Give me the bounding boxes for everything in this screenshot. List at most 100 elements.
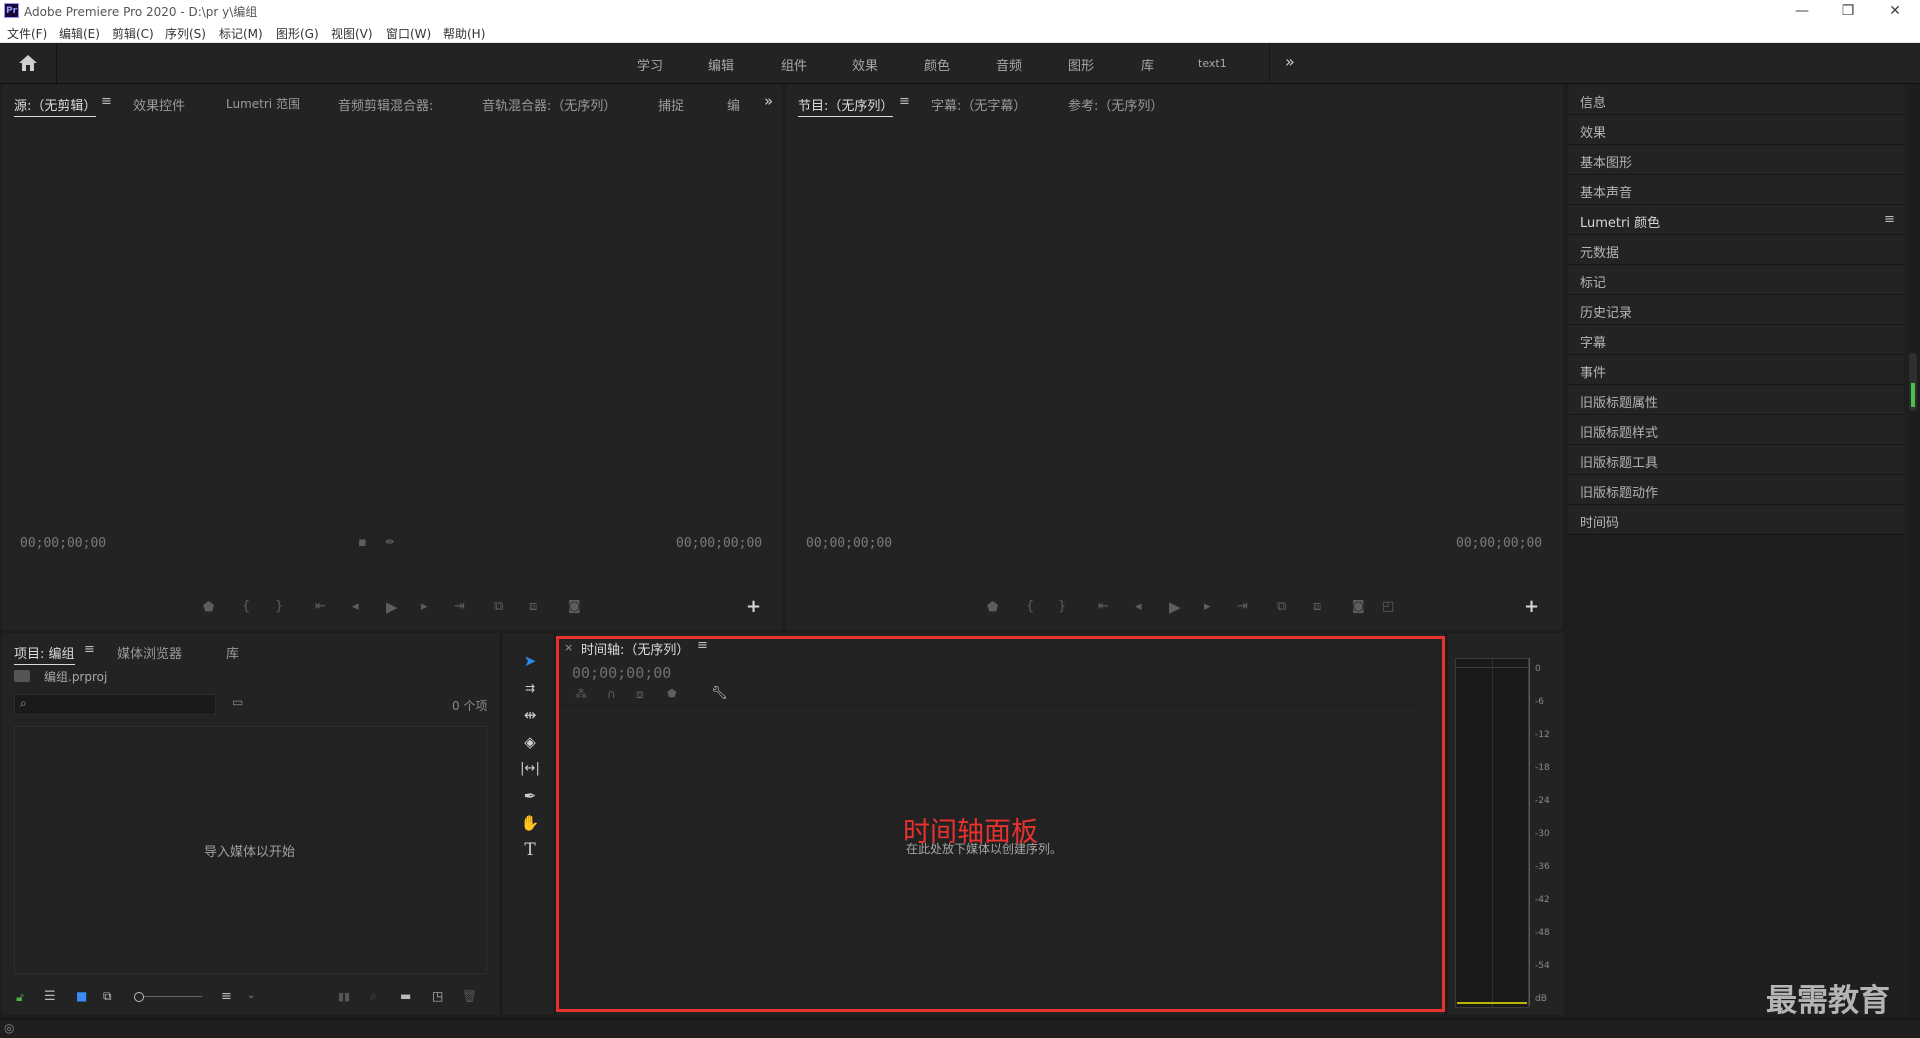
export-frame-icon[interactable]: ◙ [568,599,581,614]
menu-sequence[interactable]: 序列(S) [165,25,206,42]
tab-captions[interactable]: 字幕:（无字幕） [931,95,1026,114]
project-drop-area[interactable]: 导入媒体以开始 [14,726,487,974]
panel-markers[interactable]: 标记 [1568,265,1904,295]
panel-metadata[interactable]: 元数据 [1568,235,1904,265]
export-frame-icon[interactable]: ◙ [1352,599,1365,614]
tab-program[interactable]: 节目:（无序列） [798,95,894,117]
overwrite-icon[interactable]: ⧈ [529,599,537,614]
mark-in-icon[interactable]: { [1026,599,1034,614]
menu-edit[interactable]: 编辑(E) [59,25,100,42]
trash-icon[interactable]: 🗑︎ [462,989,477,1003]
workspace-assembly[interactable]: 组件 [781,55,807,74]
button-editor-plus-icon[interactable]: + [1524,596,1539,617]
workspace-libraries[interactable]: 库 [1141,55,1154,74]
tab-source[interactable]: 源:（无剪辑） [14,95,97,117]
new-bin-icon[interactable]: ▬ [400,989,411,1003]
freeform-view-icon[interactable]: ⧉ [103,989,112,1004]
mark-in-icon[interactable]: { [242,599,250,614]
lock-icon[interactable]: 🔓︎ [16,990,24,1005]
menu-help[interactable]: 帮助(H) [443,25,485,42]
restore-button[interactable]: ❐ [1825,0,1871,22]
program-playhead-timecode[interactable]: 00;00;00;00 [806,536,892,551]
panel-menu-icon[interactable]: ≡ [1884,212,1895,227]
sort-icon[interactable]: ≡ [221,989,232,1004]
chevron-down-icon[interactable]: ⌄ [247,990,255,1001]
slip-tool-icon[interactable]: |↔| [519,758,541,780]
workspace-color[interactable]: 颜色 [924,55,950,74]
tab-project[interactable]: 项目: 编组 [14,643,75,665]
add-marker-icon[interactable]: ⬟ [987,600,998,615]
mark-out-icon[interactable]: } [275,599,283,614]
menu-view[interactable]: 视图(V) [331,25,373,42]
new-bin-from-search-icon[interactable]: ▭ [232,695,243,709]
step-forward-icon[interactable]: ▸ [1204,599,1211,614]
panel-menu-icon[interactable]: ≡ [84,642,95,657]
panel-menu-icon[interactable]: ≡ [899,94,910,109]
selection-tool-icon[interactable]: ➤ [519,650,541,672]
play-icon[interactable]: ▶ [1169,598,1181,616]
workspace-text1[interactable]: text1 [1198,57,1227,70]
mark-out-icon[interactable]: } [1058,599,1066,614]
list-view-icon[interactable]: ☰ [44,989,56,1004]
new-item-icon[interactable]: ◳ [432,989,443,1003]
go-to-in-icon[interactable]: ⇤ [1098,599,1109,614]
panel-essential-sound[interactable]: 基本声音 [1568,175,1904,205]
panel-legacy-title-styles[interactable]: 旧版标题样式 [1568,415,1904,445]
tab-effect-controls[interactable]: 效果控件 [133,95,185,114]
workspaces-overflow-button[interactable]: » [1285,52,1295,71]
tab-reference[interactable]: 参考:（无序列） [1068,95,1163,114]
tab-capture[interactable]: 捕捉 [658,95,684,114]
minimize-button[interactable]: — [1779,0,1825,22]
play-icon[interactable]: ▶ [386,598,398,616]
add-marker-icon[interactable]: ⬟ [203,600,214,615]
ripple-edit-tool-icon[interactable]: ⇹ [519,704,541,726]
workspace-audio[interactable]: 音频 [996,55,1022,74]
panel-events[interactable]: 事件 [1568,355,1904,385]
button-editor-plus-icon[interactable]: + [746,596,761,617]
workspace-learn[interactable]: 学习 [637,55,663,74]
tab-edit-truncated[interactable]: 编 [727,95,740,114]
comparison-view-icon[interactable]: ◰ [1382,599,1394,614]
step-back-icon[interactable]: ◂ [352,599,359,614]
lift-icon[interactable]: ⧉ [1277,599,1286,614]
panel-legacy-title-actions[interactable]: 旧版标题动作 [1568,475,1904,505]
insert-icon[interactable]: ⧉ [494,599,503,614]
hand-tool-icon[interactable]: ✋ [519,812,541,834]
extract-icon[interactable]: ⧈ [1313,599,1321,614]
tabs-overflow-button[interactable]: » [764,92,773,110]
tab-media-browser[interactable]: 媒体浏览器 [117,643,182,662]
panel-captions[interactable]: 字幕 [1568,325,1904,355]
menu-graphics[interactable]: 图形(G) [276,25,319,42]
go-to-out-icon[interactable]: ⇥ [1237,599,1248,614]
close-button[interactable]: ✕ [1872,0,1918,22]
menu-marker[interactable]: 标记(M) [219,25,263,42]
panel-essential-graphics[interactable]: 基本图形 [1568,145,1904,175]
find-icon[interactable]: ⌕ [370,989,377,1004]
panel-history[interactable]: 历史记录 [1568,295,1904,325]
panel-timecode[interactable]: 时间码 [1568,505,1904,535]
tab-lumetri-scopes[interactable]: Lumetri 范围 [226,95,300,112]
step-forward-icon[interactable]: ▸ [421,599,428,614]
fit-icon[interactable]: ▪ [358,535,367,550]
panel-effects[interactable]: 效果 [1568,115,1904,145]
scrollbar[interactable] [1909,353,1917,411]
track-select-tool-icon[interactable]: ⇉ [519,677,541,699]
tab-libraries[interactable]: 库 [226,643,239,662]
go-to-out-icon[interactable]: ⇥ [454,599,465,614]
panel-menu-icon[interactable]: ≡ [101,94,112,109]
zoom-slider-handle[interactable] [134,992,144,1002]
menu-file[interactable]: 文件(F) [7,25,47,42]
home-icon[interactable] [18,54,38,72]
tab-audio-track-mixer[interactable]: 音轨混合器:（无序列） [482,95,616,114]
pen-tool-icon[interactable]: ✒ [519,785,541,807]
workspace-edit[interactable]: 编辑 [708,55,734,74]
search-input[interactable]: ⌕ [14,694,216,715]
source-playhead-timecode[interactable]: 00;00;00;00 [20,536,106,551]
icon-view-icon[interactable]: ■ [76,989,87,1003]
go-to-in-icon[interactable]: ⇤ [315,599,326,614]
razor-tool-icon[interactable]: ◈ [519,731,541,753]
workspace-graphics[interactable]: 图形 [1068,55,1094,74]
type-tool-icon[interactable]: T [519,839,541,861]
panel-legacy-title-properties[interactable]: 旧版标题属性 [1568,385,1904,415]
drag-audio-icon[interactable]: ⇼ [385,535,394,548]
